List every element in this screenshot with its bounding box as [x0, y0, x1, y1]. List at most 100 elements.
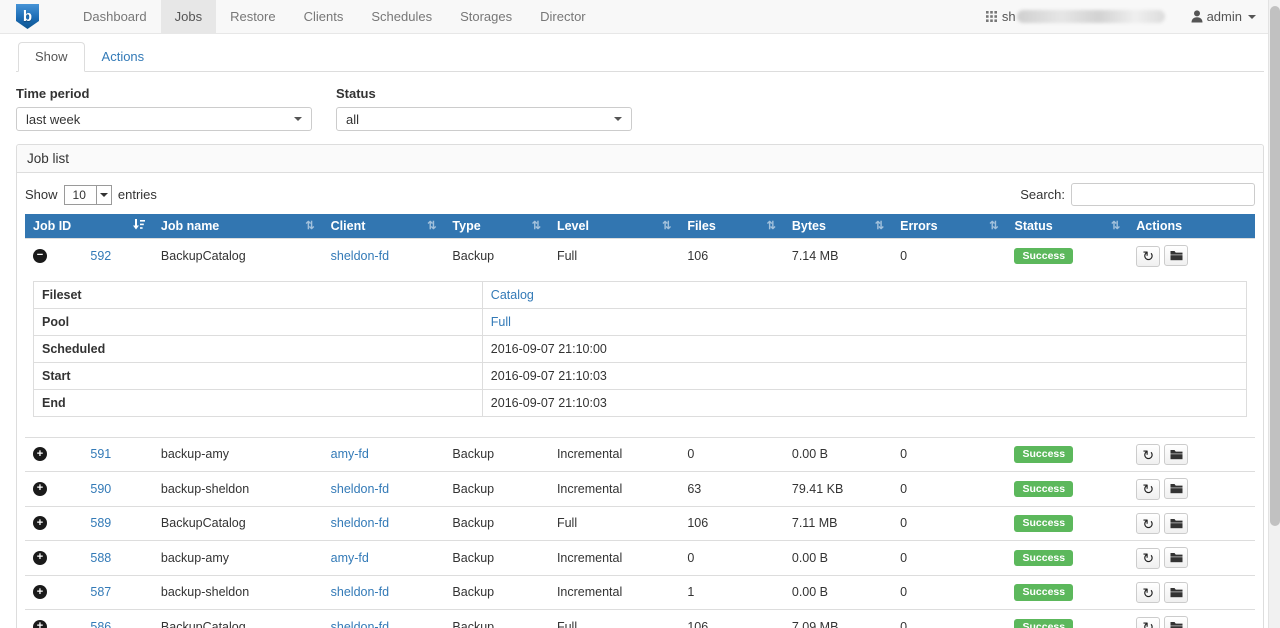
- job-row: +587backup-sheldonsheldon-fdBackupIncrem…: [25, 575, 1255, 610]
- rerun-job-button[interactable]: ↻: [1136, 582, 1160, 603]
- job-id-cell: 590: [82, 472, 153, 507]
- job-id-link[interactable]: 590: [90, 482, 111, 496]
- detail-link[interactable]: Catalog: [491, 288, 534, 302]
- job-id-cell: 587: [82, 575, 153, 610]
- user-menu[interactable]: admin: [1191, 9, 1256, 24]
- client-link[interactable]: sheldon-fd: [331, 620, 389, 628]
- level-cell: Incremental: [549, 437, 679, 472]
- detail-value-end: 2016-09-07 21:10:03: [482, 389, 1246, 416]
- job-id-link[interactable]: 591: [90, 447, 111, 461]
- nav-item-jobs[interactable]: Jobs: [161, 0, 216, 33]
- type-cell: Backup: [444, 506, 549, 541]
- status-badge: Success: [1014, 550, 1073, 567]
- job-id-link[interactable]: 587: [90, 585, 111, 599]
- nav-item-schedules[interactable]: Schedules: [357, 0, 446, 33]
- job-id-link[interactable]: 592: [90, 249, 111, 263]
- detail-text: 2016-09-07 21:10:03: [491, 369, 607, 383]
- column-label: Level: [557, 219, 589, 233]
- rerun-job-button[interactable]: ↻: [1136, 444, 1160, 465]
- job-detail-table: FilesetCatalogPoolFullScheduled2016-09-0…: [33, 281, 1247, 417]
- status-select[interactable]: all: [336, 107, 632, 131]
- actions-cell: ↻: [1128, 437, 1255, 472]
- job-id-link[interactable]: 586: [90, 620, 111, 628]
- client-link[interactable]: sheldon-fd: [331, 516, 389, 530]
- sort-both-icon: ⇅: [662, 221, 671, 232]
- expand-row-icon[interactable]: +: [33, 447, 47, 461]
- job-files-button[interactable]: [1164, 444, 1188, 465]
- job-type: Backup: [452, 585, 494, 599]
- rerun-job-button[interactable]: ↻: [1136, 617, 1160, 628]
- level-cell: Incremental: [549, 541, 679, 576]
- column-header-files[interactable]: Files⇅: [679, 214, 784, 239]
- column-header-actions[interactable]: Actions: [1128, 214, 1255, 239]
- column-header-errors[interactable]: Errors⇅: [892, 214, 1006, 239]
- detail-value-start: 2016-09-07 21:10:03: [482, 362, 1246, 389]
- column-header-client[interactable]: Client⇅: [323, 214, 445, 239]
- client-cell: sheldon-fd: [323, 472, 445, 507]
- rerun-job-button[interactable]: ↻: [1136, 246, 1160, 267]
- job-files-button[interactable]: [1164, 513, 1188, 534]
- client-link[interactable]: sheldon-fd: [331, 585, 389, 599]
- client-link[interactable]: amy-fd: [331, 551, 369, 565]
- job-files-button[interactable]: [1164, 478, 1188, 499]
- expand-row-icon[interactable]: +: [33, 620, 47, 628]
- detail-link[interactable]: Full: [491, 315, 511, 329]
- nav-item-storages[interactable]: Storages: [446, 0, 526, 33]
- nav-item-director[interactable]: Director: [526, 0, 600, 33]
- user-name: admin: [1207, 9, 1242, 24]
- job-level: Incremental: [557, 585, 622, 599]
- expand-row-icon[interactable]: +: [33, 551, 47, 565]
- nav-item-restore[interactable]: Restore: [216, 0, 290, 33]
- page-size-select[interactable]: 10: [64, 185, 112, 205]
- host-selector[interactable]: sh: [986, 9, 1165, 24]
- job-files-button[interactable]: [1164, 616, 1188, 628]
- tab-actions[interactable]: Actions: [85, 42, 162, 72]
- refresh-icon: ↻: [1142, 620, 1154, 628]
- job-id-link[interactable]: 588: [90, 551, 111, 565]
- column-header-status[interactable]: Status⇅: [1006, 214, 1128, 239]
- job-files-button[interactable]: [1164, 245, 1188, 266]
- job-id-link[interactable]: 589: [90, 516, 111, 530]
- brand-logo[interactable]: b: [16, 0, 39, 33]
- column-header-job-id[interactable]: Job ID: [25, 214, 153, 239]
- select-arrow-button[interactable]: [96, 186, 111, 204]
- time-period-value: last week: [26, 112, 80, 127]
- status-badge: Success: [1014, 248, 1073, 265]
- column-header-type[interactable]: Type⇅: [444, 214, 549, 239]
- search-input[interactable]: [1071, 183, 1255, 206]
- files-count: 1: [687, 585, 694, 599]
- bytes-size: 79.41 KB: [792, 482, 843, 496]
- sort-both-icon: ⇅: [427, 221, 436, 232]
- nav-item-dashboard[interactable]: Dashboard: [69, 0, 161, 33]
- job-name: BackupCatalog: [161, 249, 246, 263]
- vertical-scrollbar[interactable]: [1268, 0, 1280, 628]
- rerun-job-button[interactable]: ↻: [1136, 513, 1160, 534]
- detail-label-start: Start: [34, 362, 483, 389]
- bytes-size: 0.00 B: [792, 551, 828, 565]
- nav-item-clients[interactable]: Clients: [290, 0, 358, 33]
- baculum-shield-icon: b: [16, 4, 39, 29]
- chevron-down-icon: [100, 193, 108, 197]
- expand-row-icon[interactable]: +: [33, 585, 47, 599]
- job-files-button[interactable]: [1164, 547, 1188, 568]
- rerun-job-button[interactable]: ↻: [1136, 479, 1160, 500]
- column-header-job-name[interactable]: Job name⇅: [153, 214, 323, 239]
- client-link[interactable]: sheldon-fd: [331, 482, 389, 496]
- collapse-row-icon[interactable]: −: [33, 249, 47, 263]
- rerun-job-button[interactable]: ↻: [1136, 548, 1160, 569]
- client-link[interactable]: amy-fd: [331, 447, 369, 461]
- job-name: BackupCatalog: [161, 620, 246, 628]
- scrollbar-thumb[interactable]: [1270, 6, 1280, 526]
- column-header-bytes[interactable]: Bytes⇅: [784, 214, 892, 239]
- time-period-select[interactable]: last week: [16, 107, 312, 131]
- expand-row-icon[interactable]: +: [33, 482, 47, 496]
- tab-show[interactable]: Show: [18, 42, 85, 72]
- column-label: Bytes: [792, 219, 826, 233]
- client-cell: amy-fd: [323, 541, 445, 576]
- column-header-level[interactable]: Level ⇅: [549, 214, 679, 239]
- expand-row-icon[interactable]: +: [33, 516, 47, 530]
- errors-cell: 0: [892, 575, 1006, 610]
- job-files-button[interactable]: [1164, 582, 1188, 603]
- job-level: Full: [557, 249, 577, 263]
- client-link[interactable]: sheldon-fd: [331, 249, 389, 263]
